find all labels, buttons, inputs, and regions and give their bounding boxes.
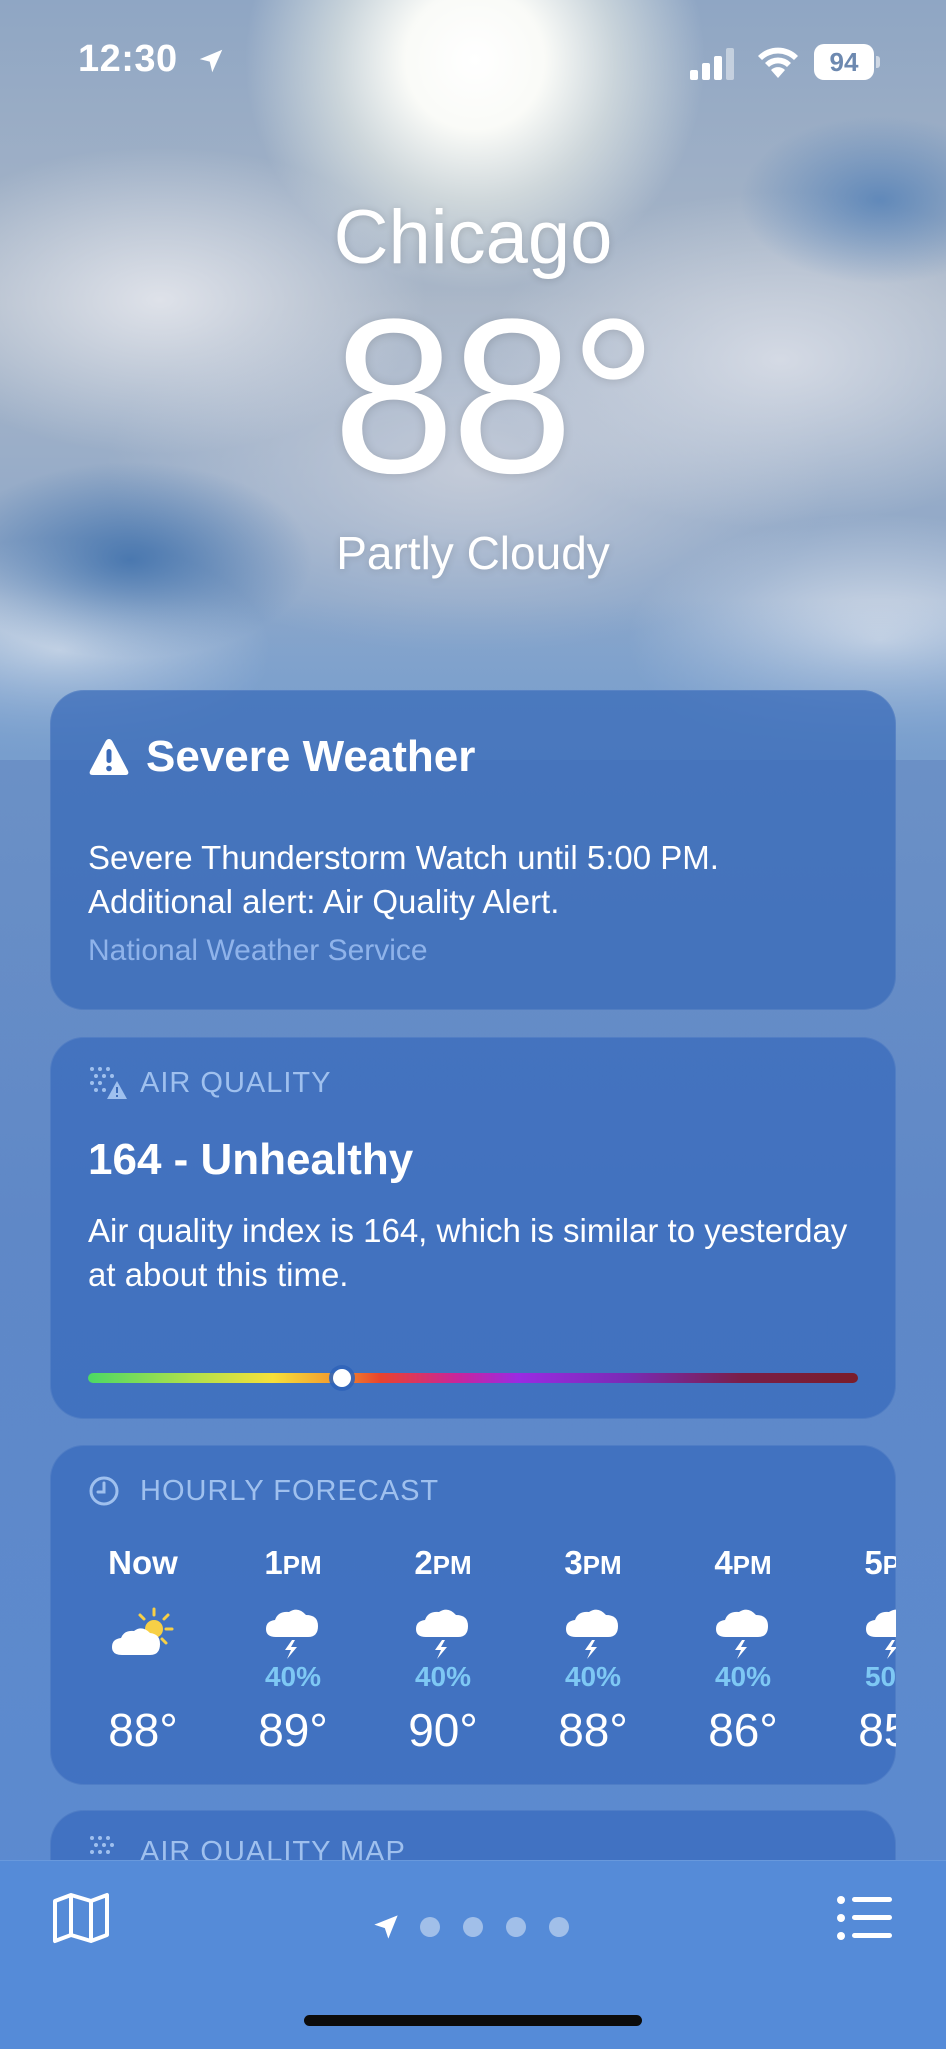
page-dot[interactable] bbox=[463, 1917, 483, 1937]
hourly-temperature: 88° bbox=[558, 1704, 628, 1756]
hourly-precip-chance: 50% bbox=[864, 1661, 896, 1692]
map-icon[interactable] bbox=[52, 1891, 110, 1945]
hourly-time: 5PM bbox=[838, 1541, 896, 1585]
hourly-time-suffix: PM bbox=[582, 1550, 622, 1580]
current-temperature: 88° bbox=[332, 273, 658, 519]
hourly-time-suffix: PM bbox=[432, 1550, 472, 1580]
hourly-time-suffix: PM bbox=[282, 1550, 322, 1580]
status-time: 12:30 bbox=[78, 38, 178, 80]
hourly-temperature: 85° bbox=[858, 1704, 896, 1756]
hourly-precip-chance: 40% bbox=[414, 1661, 472, 1692]
hourly-item: Now 88° bbox=[88, 1541, 198, 1757]
hourly-time-value: 4 bbox=[714, 1544, 733, 1581]
battery-level: 94 bbox=[814, 44, 874, 80]
severe-weather-header: Severe Weather bbox=[88, 732, 475, 782]
page-indicator[interactable] bbox=[372, 1913, 592, 1941]
hourly-time: 3PM bbox=[538, 1541, 648, 1585]
hourly-time-value: 1 bbox=[264, 1544, 283, 1581]
hourly-item: 4PM 40% 86° bbox=[688, 1541, 798, 1757]
hourly-time: 2PM bbox=[388, 1541, 498, 1585]
battery-tip bbox=[876, 56, 880, 68]
partly-sunny-icon bbox=[112, 1607, 174, 1655]
warning-triangle-icon bbox=[89, 739, 129, 775]
page-dot[interactable] bbox=[420, 1917, 440, 1937]
hourly-precip-chance: 40% bbox=[564, 1661, 622, 1692]
thunderstorm-icon bbox=[866, 1609, 896, 1659]
current-location-page-icon[interactable] bbox=[372, 1913, 400, 1941]
hourly-precip-chance: 40% bbox=[264, 1661, 322, 1692]
thunderstorm-icon bbox=[716, 1609, 768, 1659]
severe-weather-card[interactable]: Severe Weather Severe Thunderstorm Watch… bbox=[50, 690, 896, 1010]
hourly-temperature: 89° bbox=[258, 1704, 328, 1756]
city-name: Chicago bbox=[333, 195, 613, 280]
thunderstorm-icon bbox=[416, 1609, 468, 1659]
hourly-time-value: 5 bbox=[864, 1544, 883, 1581]
severe-weather-line-2: Additional alert: Air Quality Alert. bbox=[88, 883, 560, 920]
page-dot[interactable] bbox=[549, 1917, 569, 1937]
severe-weather-source-link[interactable]: National Weather Service bbox=[88, 934, 428, 968]
severe-weather-text: Severe Thunderstorm Watch until 5:00 PM.… bbox=[88, 836, 868, 924]
cellular-signal-icon bbox=[690, 48, 734, 80]
hourly-temperature: 88° bbox=[108, 1704, 178, 1756]
hourly-item: 2PM 40% 90° bbox=[388, 1541, 498, 1757]
location-arrow-icon bbox=[199, 49, 223, 73]
hourly-time: Now bbox=[88, 1541, 198, 1585]
wifi-icon bbox=[758, 47, 798, 78]
thunderstorm-icon bbox=[566, 1609, 618, 1659]
current-weather-header: Chicago 88° Partly Cloudy bbox=[0, 200, 946, 580]
hourly-time-value: Now bbox=[108, 1544, 178, 1581]
air-quality-header: AIR QUALITY bbox=[88, 1065, 332, 1101]
status-bar: 12:30 94 bbox=[0, 0, 946, 120]
hourly-item: 3PM 40% 88° bbox=[538, 1541, 648, 1757]
city-list-icon[interactable] bbox=[836, 1895, 892, 1941]
hourly-temperature: 86° bbox=[708, 1704, 778, 1756]
hourly-forecast-scroller[interactable]: Now 88° 1PM 40% 89° 2PM 40% 90° 3PM 40% 88° 4PM 40% 8… bbox=[88, 1541, 896, 1771]
air-quality-value: 164 - Unhealthy bbox=[88, 1135, 414, 1184]
air-quality-card[interactable]: AIR QUALITY 164 - Unhealthy Air quality … bbox=[50, 1037, 896, 1419]
hourly-time-value: 3 bbox=[564, 1544, 583, 1581]
air-quality-scale-bar bbox=[88, 1369, 858, 1387]
hourly-temperature: 90° bbox=[408, 1704, 478, 1756]
page-dot[interactable] bbox=[506, 1917, 526, 1937]
air-quality-description: Air quality index is 164, which is simil… bbox=[88, 1212, 848, 1293]
hourly-item: 1PM 40% 89° bbox=[238, 1541, 348, 1757]
hourly-time-value: 2 bbox=[414, 1544, 433, 1581]
home-indicator[interactable] bbox=[304, 2015, 642, 2026]
current-condition: Partly Cloudy bbox=[336, 527, 610, 579]
hourly-forecast-header-label: HOURLY FORECAST bbox=[140, 1474, 440, 1507]
hourly-time: 4PM bbox=[688, 1541, 798, 1585]
severe-weather-title: Severe Weather bbox=[146, 732, 476, 781]
hourly-precip-chance bbox=[88, 1661, 198, 1693]
hourly-precip-chance: 40% bbox=[714, 1661, 772, 1692]
hourly-time-suffix: PM bbox=[732, 1550, 772, 1580]
battery-indicator: 94 bbox=[814, 44, 880, 80]
hourly-time: 1PM bbox=[238, 1541, 348, 1585]
thunderstorm-icon bbox=[266, 1609, 318, 1659]
hourly-forecast-card[interactable]: HOURLY FORECAST Now 88° 1PM 40% 89° 2PM 40% 90°… bbox=[50, 1445, 896, 1785]
hourly-time-suffix: PM bbox=[882, 1550, 896, 1580]
hourly-item: 5PM 50% 85° bbox=[838, 1541, 896, 1757]
air-quality-indicator bbox=[333, 1369, 352, 1387]
air-quality-header-label: AIR QUALITY bbox=[140, 1066, 332, 1099]
severe-weather-line-1: Severe Thunderstorm Watch until 5:00 PM. bbox=[88, 839, 719, 876]
clock-icon bbox=[89, 1476, 119, 1506]
air-quality-icon bbox=[90, 1067, 127, 1099]
hourly-forecast-header: HOURLY FORECAST bbox=[88, 1473, 439, 1509]
